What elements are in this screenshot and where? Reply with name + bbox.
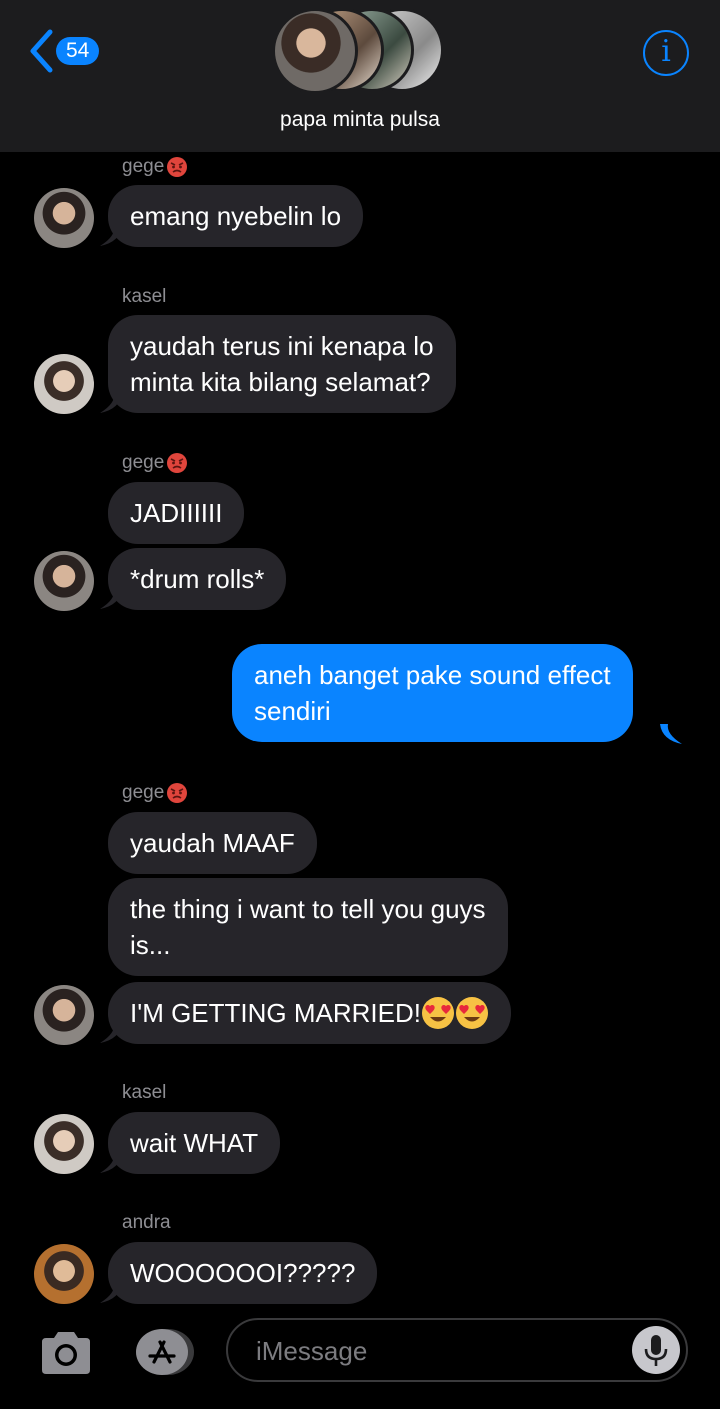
heart-eyes-emoji-icon — [421, 997, 454, 1029]
heart-eyes-emoji-icon — [455, 997, 488, 1029]
conversation-header: 54 i papa minta pulsa — [0, 0, 720, 152]
angry-face-emoji-icon — [167, 157, 188, 177]
message-input[interactable]: iMessage — [226, 1318, 688, 1382]
chevron-left-icon — [30, 29, 53, 73]
group-avatar-1 — [272, 8, 358, 94]
bubble-tail — [660, 724, 682, 744]
sender-label: gege — [122, 782, 188, 804]
avatar-kasel[interactable] — [34, 1114, 94, 1174]
angry-face-emoji-icon — [167, 783, 188, 803]
microphone-button[interactable] — [632, 1326, 680, 1374]
unread-count-badge: 54 — [56, 37, 100, 65]
message-bubble[interactable]: yaudah terus ini kenapa lo minta kita bi… — [108, 315, 456, 413]
camera-icon[interactable] — [38, 1328, 94, 1378]
sender-label: gege — [122, 156, 188, 178]
avatar-kasel[interactable] — [34, 354, 94, 414]
message-bubble[interactable]: wait WHAT — [108, 1112, 281, 1174]
angry-face-emoji-icon — [167, 453, 188, 473]
group-name[interactable]: papa minta pulsa — [0, 108, 720, 132]
back-button[interactable]: 54 — [28, 28, 100, 74]
sender-label: kasel — [122, 1082, 167, 1103]
compose-bar: iMessage — [0, 1310, 720, 1409]
message-bubble[interactable]: *drum rolls* — [108, 548, 287, 610]
avatar-gege[interactable] — [34, 985, 94, 1045]
outgoing-message-bubble[interactable]: aneh banget pake sound effect sendiri — [232, 644, 633, 742]
avatar-gege[interactable] — [34, 551, 94, 611]
group-avatars[interactable] — [270, 5, 450, 95]
message-bubble[interactable]: JADIIIIII — [108, 482, 245, 544]
message-bubble[interactable]: I'M GETTING MARRIED! — [108, 982, 511, 1044]
info-button[interactable]: i — [643, 30, 689, 76]
sender-label: kasel — [122, 286, 167, 307]
message-bubble[interactable]: WOOOOOOI????? — [108, 1242, 378, 1304]
message-bubble[interactable]: the thing i want to tell you guys is... — [108, 878, 508, 976]
message-bubble[interactable]: yaudah MAAF — [108, 812, 317, 874]
app-store-icon[interactable] — [130, 1328, 196, 1376]
message-bubble[interactable]: emang nyebelin lo — [108, 185, 364, 247]
sender-label: andra — [122, 1212, 171, 1233]
sender-label: gege — [122, 452, 188, 474]
avatar-gege[interactable] — [34, 188, 94, 248]
avatar-andra[interactable] — [34, 1244, 94, 1304]
microphone-icon — [644, 1335, 668, 1366]
